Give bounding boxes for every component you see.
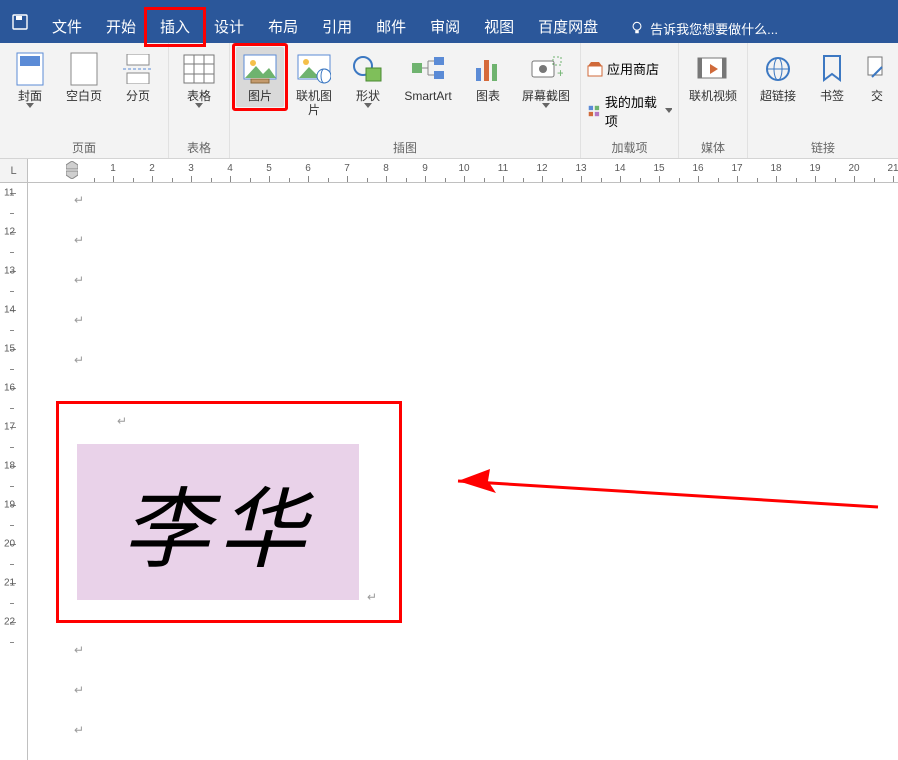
group-media-label: 媒体	[685, 137, 741, 158]
ruler-corner: L	[0, 159, 28, 183]
paragraph-mark: ↵	[74, 193, 84, 207]
tab-design[interactable]: 设计	[202, 13, 256, 43]
store-button[interactable]: 应用商店	[587, 59, 672, 78]
tell-me-label: 告诉我您想要做什么...	[650, 19, 778, 38]
group-illustrations-label: 插图	[236, 137, 574, 158]
table-button[interactable]: 表格	[175, 47, 223, 113]
my-addins-button[interactable]: 我的加载项	[587, 92, 672, 130]
paragraph-mark: ↵	[117, 414, 127, 428]
group-illustrations: 图片 联机图片 形状 SmartArt	[230, 43, 581, 158]
shapes-icon	[350, 51, 386, 87]
save-icon	[12, 14, 28, 30]
paragraph-mark: ↵	[74, 273, 84, 287]
page-break-button[interactable]: 分页	[114, 47, 162, 107]
screenshot-button[interactable]: + 屏幕截图	[518, 47, 574, 113]
horizontal-ruler[interactable]: 123456789101112131415161718192021	[28, 159, 898, 183]
annotation-arrow	[418, 463, 888, 523]
group-page: 封面 空白页 分页 页面	[0, 43, 169, 158]
online-video-button[interactable]: 联机视频	[685, 47, 741, 107]
inserted-picture[interactable]: 李华	[77, 444, 359, 600]
tab-insert[interactable]: 插入	[148, 13, 202, 43]
tab-strip: 文件 开始 插入 设计 布局 引用 邮件 审阅 视图 百度网盘 告诉我您想要做什…	[0, 0, 898, 43]
paragraph-mark: ↵	[74, 683, 84, 697]
quick-access-toolbar[interactable]	[0, 0, 40, 43]
tab-references[interactable]: 引用	[310, 13, 364, 43]
paragraph-mark: ↵	[74, 313, 84, 327]
hyperlink-button[interactable]: 超链接	[754, 47, 802, 107]
chevron-down-icon	[364, 103, 372, 109]
chart-button[interactable]: 图表	[464, 47, 512, 107]
shapes-button[interactable]: 形状	[344, 47, 392, 113]
tab-file[interactable]: 文件	[40, 13, 94, 43]
paragraph-mark: ↵	[74, 353, 84, 367]
tab-layout[interactable]: 布局	[256, 13, 310, 43]
group-table-label: 表格	[175, 137, 223, 158]
blank-page-icon	[66, 51, 102, 87]
picture-button[interactable]: 图片	[236, 47, 284, 107]
group-page-label: 页面	[6, 137, 162, 158]
group-links-label: 链接	[754, 137, 892, 158]
ribbon-tabs: 文件 开始 插入 设计 布局 引用 邮件 审阅 视图 百度网盘	[40, 0, 610, 43]
signature-text: 李华	[122, 459, 314, 586]
tab-view[interactable]: 视图	[472, 13, 526, 43]
group-addins-label: 加载项	[587, 137, 672, 158]
paragraph-mark: ↵	[367, 590, 377, 604]
tell-me-search[interactable]: 告诉我您想要做什么...	[630, 13, 778, 43]
document-page[interactable]: ↵ ↵ ↵ ↵ ↵ ↵ ↵ ↵ ↵ 李华 ↵	[28, 183, 898, 760]
blank-page-button[interactable]: 空白页	[60, 47, 108, 107]
hyperlink-icon	[760, 51, 796, 87]
store-icon	[587, 61, 603, 77]
online-picture-icon	[296, 51, 332, 87]
group-links: 超链接 书签 交 链接	[748, 43, 898, 158]
group-media: 联机视频 媒体	[679, 43, 748, 158]
chevron-down-icon	[26, 103, 34, 109]
cross-reference-icon	[859, 51, 895, 87]
cross-reference-button[interactable]: 交	[862, 47, 892, 107]
group-table: 表格 表格	[169, 43, 230, 158]
addins-icon	[587, 103, 601, 119]
chevron-down-icon	[665, 108, 672, 114]
online-picture-button[interactable]: 联机图片	[290, 47, 338, 121]
group-addins: 应用商店 我的加载项 加载项	[581, 43, 679, 158]
smartart-button[interactable]: SmartArt	[398, 47, 458, 107]
page-break-icon	[120, 51, 156, 87]
vertical-ruler[interactable]: 111213141516171819202122	[0, 183, 28, 760]
screenshot-icon: +	[528, 51, 564, 87]
paragraph-mark: ↵	[74, 723, 84, 737]
table-icon	[181, 51, 217, 87]
tab-baidu[interactable]: 百度网盘	[526, 13, 610, 43]
inserted-picture-frame[interactable]: ↵ 李华 ↵	[56, 401, 402, 623]
tab-home[interactable]: 开始	[94, 13, 148, 43]
tab-mailings[interactable]: 邮件	[364, 13, 418, 43]
bookmark-button[interactable]: 书签	[808, 47, 856, 107]
chevron-down-icon	[195, 103, 203, 109]
paragraph-mark: ↵	[74, 643, 84, 657]
ribbon: 封面 空白页 分页 页面	[0, 43, 898, 159]
lightbulb-icon	[630, 21, 644, 35]
document-area: L 123456789101112131415161718192021 1112…	[0, 159, 898, 760]
bookmark-icon	[814, 51, 850, 87]
cover-page-button[interactable]: 封面	[6, 47, 54, 113]
smartart-icon	[410, 51, 446, 87]
svg-text:+: +	[557, 66, 563, 80]
indent-marker-icon[interactable]	[66, 161, 78, 179]
picture-icon	[242, 51, 278, 87]
chart-icon	[470, 51, 506, 87]
paragraph-mark: ↵	[74, 233, 84, 247]
online-video-icon	[695, 51, 731, 87]
chevron-down-icon	[542, 103, 550, 109]
cover-page-icon	[12, 51, 48, 87]
tab-review[interactable]: 审阅	[418, 13, 472, 43]
